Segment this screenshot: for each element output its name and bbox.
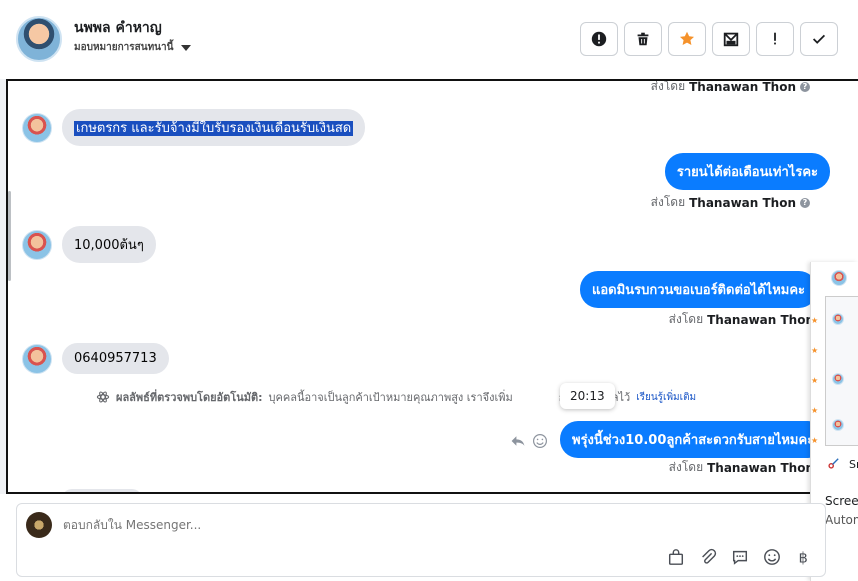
learn-more-link[interactable]: เรียนรู้เพิ่มเติม	[636, 390, 696, 405]
page-avatar	[26, 512, 52, 538]
shopping-bag-icon[interactable]	[667, 548, 685, 566]
incoming-message: 0640957713	[22, 343, 169, 374]
incoming-message: เกษตรกร และรับจ้างมีใบรับรองเงินเดือนรับ…	[22, 109, 366, 146]
envelope-archive-icon	[723, 32, 739, 47]
snip-icon	[828, 458, 839, 469]
sender-name: Thanawan Thon	[689, 79, 796, 94]
assign-label: มอบหมายการสนทนานี้	[74, 42, 174, 53]
emoji-react-icon[interactable]	[532, 433, 548, 449]
incoming-message: 10,000ต้นๆ	[22, 226, 156, 263]
overlay-avatar	[832, 419, 844, 431]
overlay-star-column: ★ ★ ★ ★ ★	[811, 316, 819, 445]
outgoing-message[interactable]: แอดมินรบกวนขอเบอร์ติดต่อได้ไหมคะ	[580, 271, 818, 308]
overlay-avatar	[831, 270, 847, 286]
message-thread[interactable]: ส่งโดย Thanawan Thon ? เกษตรกร และรับจ้า…	[6, 79, 858, 494]
message-bubble[interactable]: เกษตรกร และรับจ้างมีใบรับรองเงินเดือนรับ…	[62, 109, 366, 146]
thread-scrollbar[interactable]	[8, 191, 11, 281]
saved-reply-icon[interactable]	[731, 548, 749, 566]
exclamation-icon	[774, 32, 776, 45]
reply-input[interactable]	[63, 518, 463, 532]
star-button[interactable]	[668, 22, 706, 56]
mark-important-button[interactable]	[756, 22, 794, 56]
auto-note-text: บุคคลนี้อาจเป็นลูกค้าเป้าหมายคุณภาพสูง เ…	[268, 391, 513, 404]
help-icon[interactable]: ?	[800, 197, 810, 208]
caret-down-icon	[181, 44, 192, 51]
reply-composer: ฿	[16, 503, 826, 577]
alert-button[interactable]	[580, 22, 618, 56]
attachment-icon[interactable]	[699, 548, 717, 566]
conversation-header: นพพล คำหาญ มอบหมายการสนทนานี้	[0, 0, 858, 78]
overlay-text: Scree	[825, 494, 858, 508]
sender-line: ส่งโดย Thanawan Thon ?	[650, 79, 810, 96]
timestamp-tooltip: 20:13	[560, 383, 615, 409]
contact-avatar-small[interactable]	[22, 229, 52, 260]
archive-button[interactable]	[712, 22, 750, 56]
contact-avatar-small[interactable]	[22, 343, 52, 374]
message-bubble[interactable]	[62, 489, 142, 492]
overlay-thumbnail	[825, 296, 858, 446]
message-hover-actions	[510, 433, 548, 449]
star-icon	[679, 31, 695, 46]
header-actions	[580, 22, 838, 56]
trash-icon	[637, 32, 649, 46]
assign-conversation-dropdown[interactable]: มอบหมายการสนทนานี้	[74, 40, 192, 55]
overlay-text: Sn	[849, 458, 858, 471]
message-bubble[interactable]: 0640957713	[62, 343, 169, 374]
svg-text:฿: ฿	[799, 550, 808, 566]
reply-icon[interactable]	[510, 433, 526, 449]
composer-tools: ฿	[667, 548, 813, 566]
contact-avatar[interactable]	[16, 16, 62, 62]
overlay-text: Autom	[825, 513, 858, 527]
overlay-avatar	[832, 313, 844, 325]
delete-button[interactable]	[624, 22, 662, 56]
message-bubble[interactable]: 10,000ต้นๆ	[62, 226, 156, 263]
baht-payment-icon[interactable]: ฿	[795, 548, 813, 566]
sender-line: ส่งโดย Thanawan Thon	[669, 310, 814, 329]
sender-line: ส่งโดย Thanawan Thon	[669, 458, 814, 477]
mark-done-button[interactable]	[800, 22, 838, 56]
sender-prefix: ส่งโดย	[650, 195, 686, 209]
help-icon[interactable]: ?	[800, 81, 810, 92]
emoji-icon[interactable]	[763, 548, 781, 566]
checkmark-icon	[812, 34, 826, 44]
atom-icon	[96, 391, 110, 403]
overlay-avatar	[832, 373, 844, 385]
sender-name: Thanawan Thon	[689, 195, 796, 210]
outgoing-message[interactable]: รายนได้ต่อเดือนเท่าไรคะ	[664, 153, 830, 190]
alert-circle-icon	[591, 31, 607, 47]
contact-name[interactable]: นพพล คำหาญ	[74, 17, 162, 39]
sender-prefix: ส่งโดย	[668, 312, 704, 326]
auto-note-title: ผลลัพธ์ที่ตรวจพบโดยอัตโนมัติ:	[116, 391, 263, 404]
contact-avatar-small[interactable]	[22, 112, 52, 143]
outgoing-message[interactable]: พรุ่งนี้ช่วง10.00ลูกค้าสะดวกรับสายไหมคะ	[560, 421, 827, 458]
message-text: เกษตรกร และรับจ้างมีใบรับรองเงินเดือนรับ…	[74, 121, 354, 136]
sender-name: Thanawan Thon	[707, 312, 814, 327]
sender-name: Thanawan Thon	[707, 460, 814, 475]
sender-prefix: ส่งโดย	[668, 460, 704, 474]
sender-line: ส่งโดย Thanawan Thon ?	[651, 193, 810, 212]
sender-prefix: ส่งโดย	[650, 79, 686, 93]
